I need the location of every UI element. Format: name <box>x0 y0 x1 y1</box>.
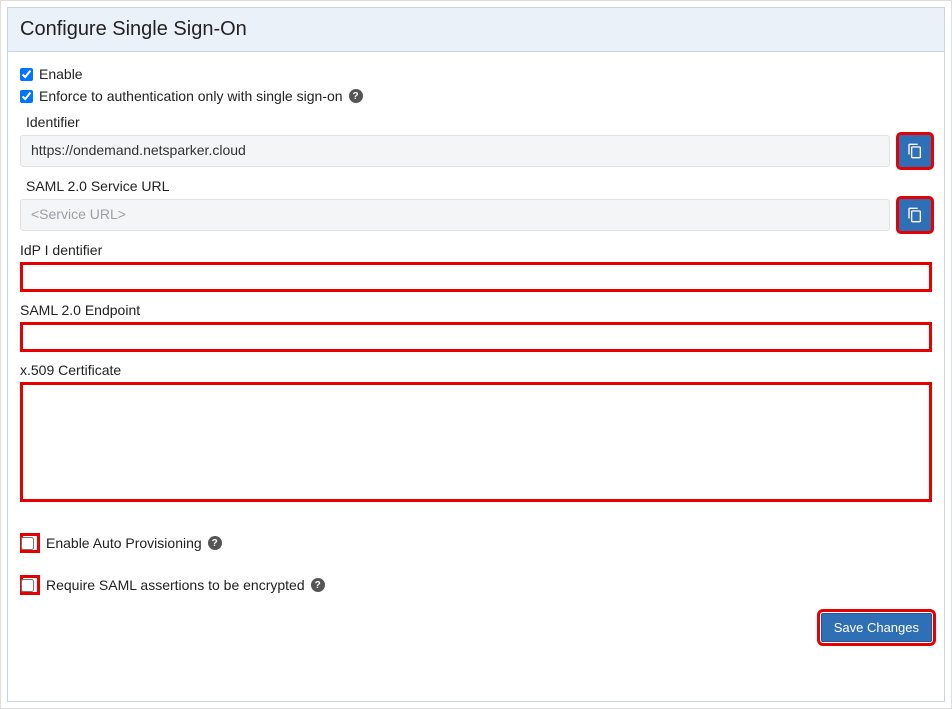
copy-icon <box>907 207 923 223</box>
copy-icon <box>907 143 923 159</box>
help-icon[interactable]: ? <box>311 578 325 592</box>
service-url-label: SAML 2.0 Service URL <box>26 178 932 194</box>
idp-identifier-input[interactable] <box>20 262 932 292</box>
auto-provisioning-row: Enable Auto Provisioning ? <box>20 533 932 553</box>
require-encrypted-checkbox[interactable] <box>21 579 34 592</box>
certificate-label: x.509 Certificate <box>20 362 932 378</box>
save-changes-button[interactable]: Save Changes <box>821 613 932 642</box>
copy-identifier-button[interactable] <box>898 134 932 168</box>
enable-row: Enable <box>20 66 932 82</box>
help-icon[interactable]: ? <box>349 89 363 103</box>
require-encrypted-label: Require SAML assertions to be encrypted <box>46 577 305 593</box>
footer-row: Save Changes <box>20 613 932 642</box>
enforce-row: Enforce to authentication only with sing… <box>20 88 932 104</box>
enable-checkbox[interactable] <box>20 68 33 81</box>
enforce-checkbox[interactable] <box>20 90 33 103</box>
sso-config-panel: Configure Single Sign-On Enable Enforce … <box>7 7 945 702</box>
idp-identifier-label: IdP I dentifier <box>20 242 932 258</box>
service-url-group: SAML 2.0 Service URL <Service URL> <box>20 178 932 232</box>
identifier-value: https://ondemand.netsparker.cloud <box>20 135 890 167</box>
saml-endpoint-group: SAML 2.0 Endpoint <box>20 302 932 352</box>
enable-label: Enable <box>39 66 83 82</box>
identifier-label: Identifier <box>26 114 932 130</box>
certificate-input[interactable] <box>20 382 932 502</box>
saml-endpoint-input[interactable] <box>20 322 932 352</box>
certificate-group: x.509 Certificate <box>20 362 932 505</box>
panel-title: Configure Single Sign-On <box>8 8 944 52</box>
help-icon[interactable]: ? <box>208 536 222 550</box>
service-url-value: <Service URL> <box>20 199 890 231</box>
identifier-group: Identifier https://ondemand.netsparker.c… <box>20 114 932 168</box>
auto-provisioning-checkbox[interactable] <box>21 537 34 550</box>
idp-identifier-group: IdP I dentifier <box>20 242 932 292</box>
saml-endpoint-label: SAML 2.0 Endpoint <box>20 302 932 318</box>
auto-provisioning-label: Enable Auto Provisioning <box>46 535 202 551</box>
enforce-label: Enforce to authentication only with sing… <box>39 88 343 104</box>
copy-service-url-button[interactable] <box>898 198 932 232</box>
require-encrypted-row: Require SAML assertions to be encrypted … <box>20 575 932 595</box>
